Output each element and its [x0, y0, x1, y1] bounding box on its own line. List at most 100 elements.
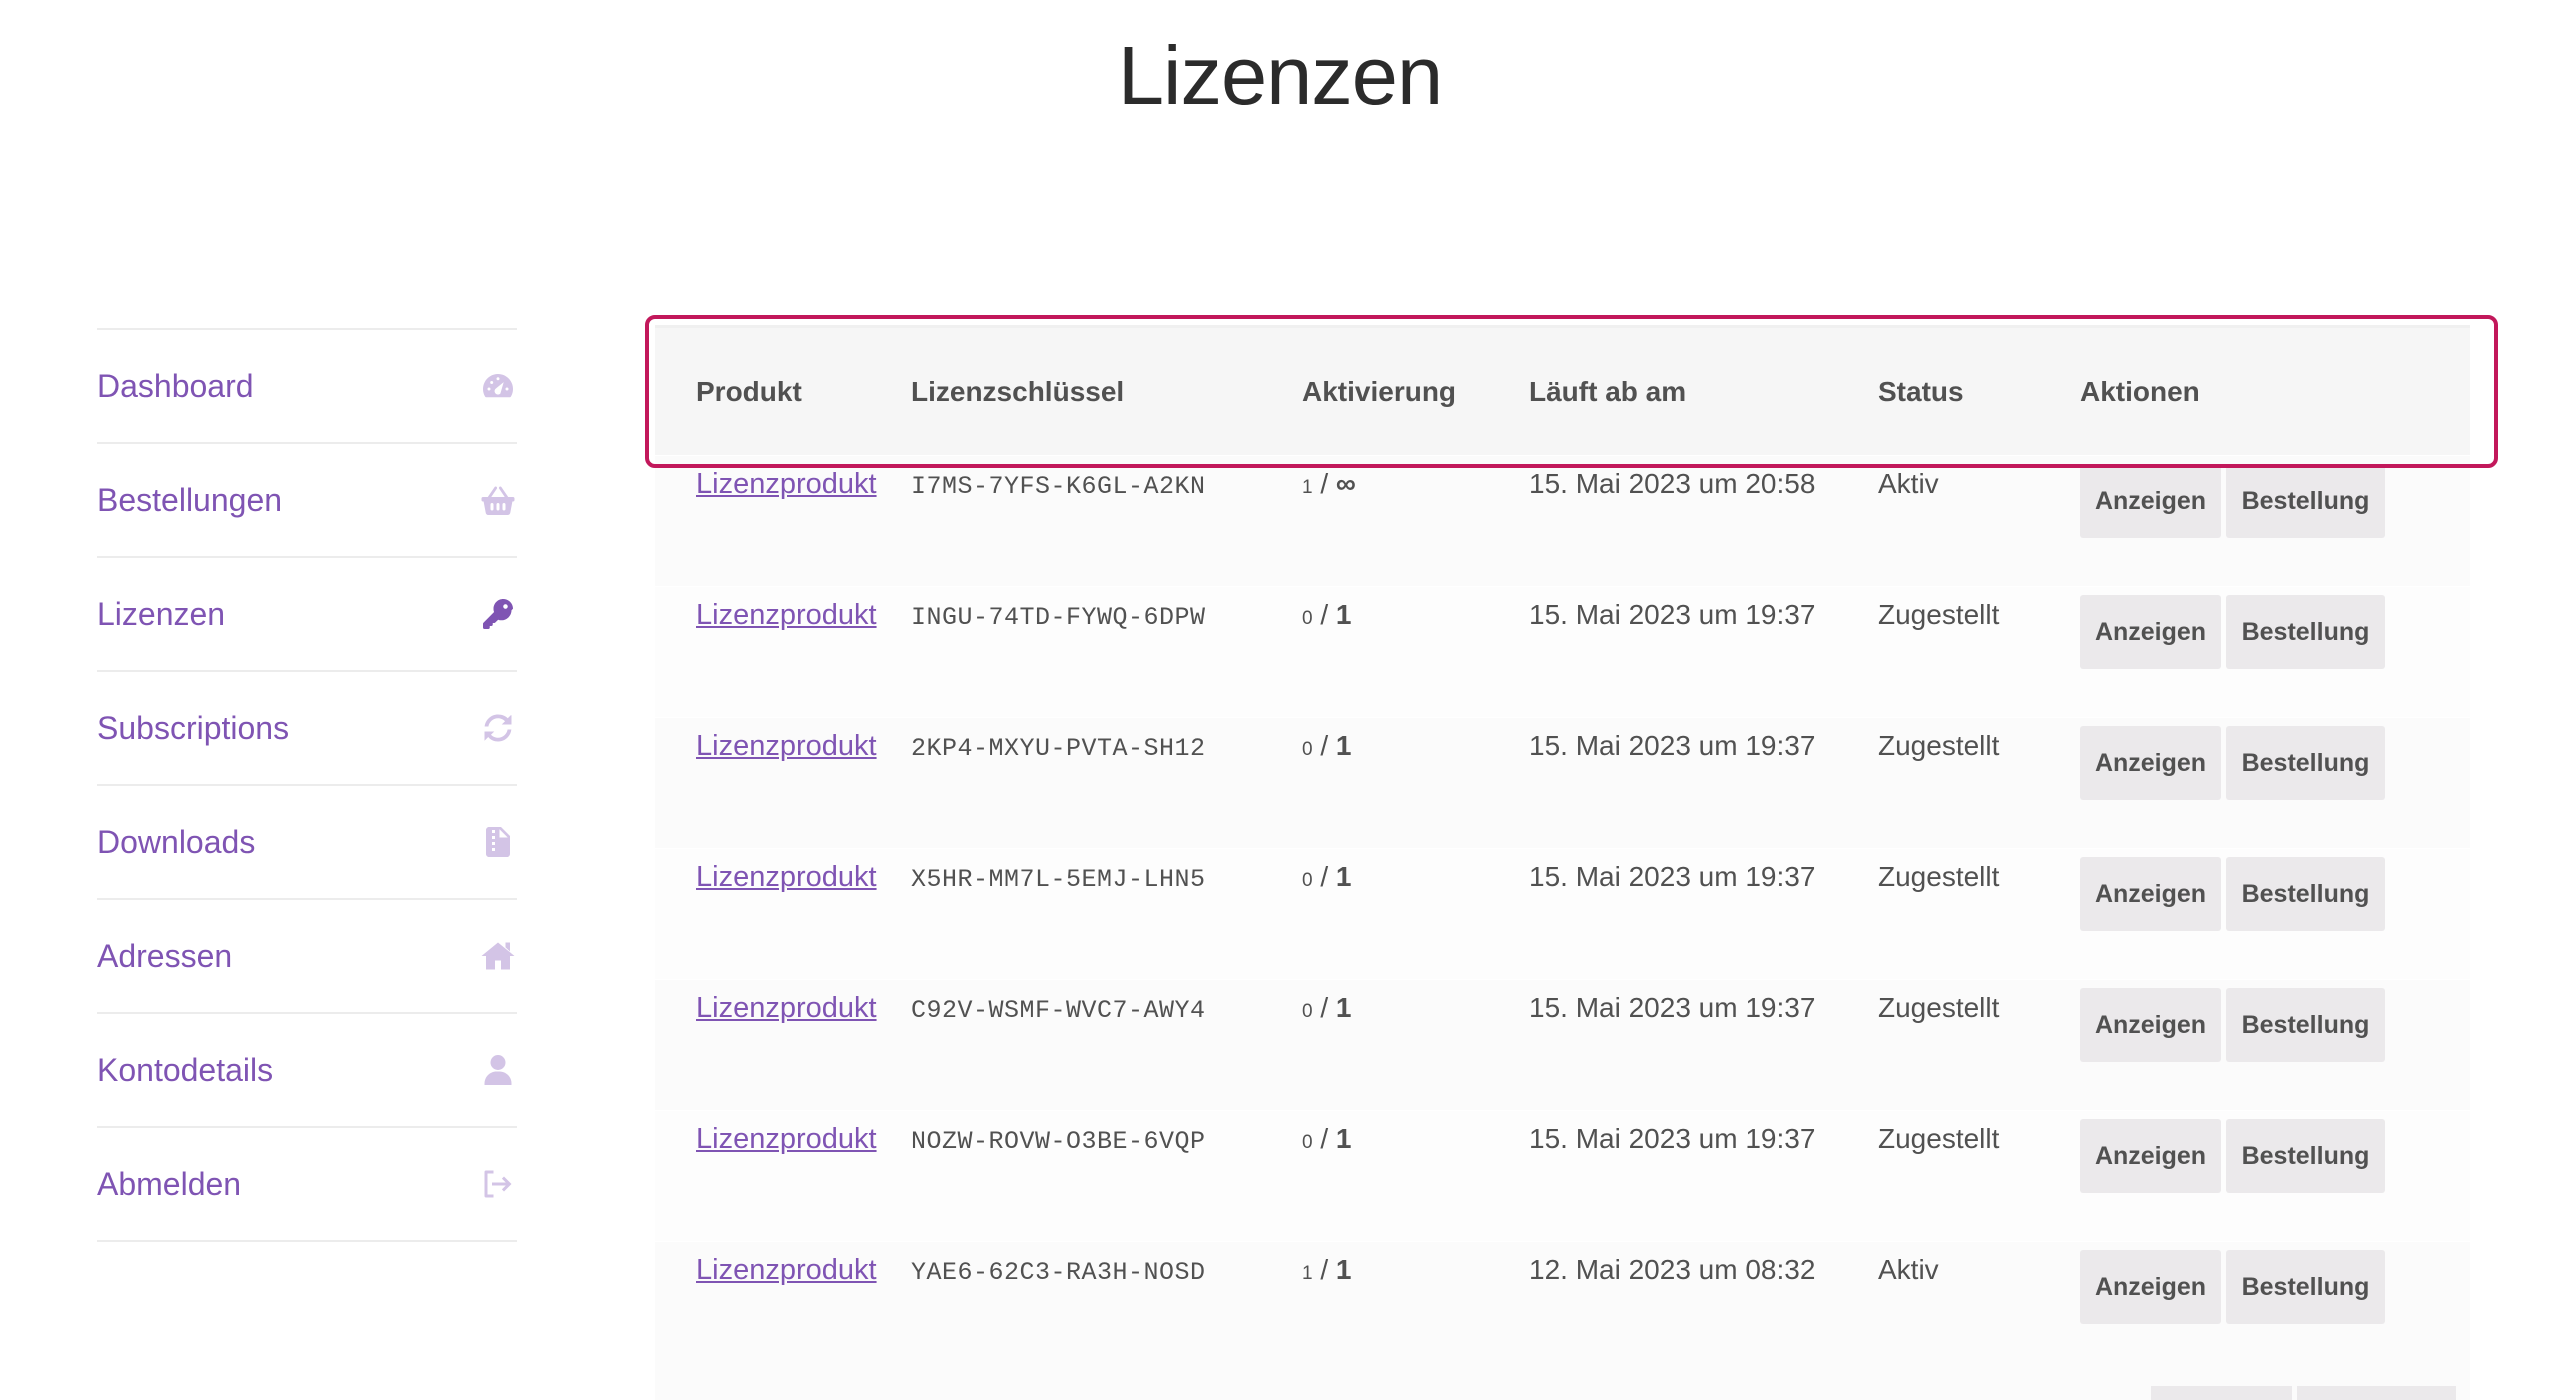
- actions-cell: Anzeigen Bestellung: [2080, 980, 2470, 1062]
- view-license-button[interactable]: Anzeigen: [2080, 988, 2221, 1062]
- status-cell: Zugestellt: [1878, 1123, 2000, 1154]
- status-cell: Zugestellt: [1878, 992, 2000, 1023]
- activation-max: ∞: [1335, 468, 1356, 499]
- license-key-cell: I7MS-7YFS-K6GL-A2KN: [911, 456, 1302, 501]
- view-order-button[interactable]: Bestellung: [2226, 1119, 2385, 1193]
- view-order-button[interactable]: Bestellung: [2226, 595, 2385, 669]
- home-icon: [479, 937, 517, 975]
- license-key: NOZW-ROVW-O3BE-6VQP: [911, 1127, 1206, 1156]
- activation-used: 0: [1302, 608, 1313, 629]
- activation-separator: /: [1312, 992, 1336, 1023]
- table-row: Lizenzprodukt YAE6-62C3-RA3H-NOSD 1 / 1 12.…: [655, 1241, 2470, 1372]
- anzeigen-button-partial[interactable]: [2151, 1386, 2292, 1400]
- view-license-button[interactable]: Anzeigen: [2080, 1119, 2221, 1193]
- license-key: I7MS-7YFS-K6GL-A2KN: [911, 472, 1206, 501]
- table-row: Lizenzprodukt NOZW-ROVW-O3BE-6VQP 0 / 1 15.…: [655, 1110, 2470, 1241]
- activation-used: 0: [1302, 1001, 1313, 1022]
- status-cell: Zugestellt: [1878, 730, 2000, 761]
- status-cell: Zugestellt: [1878, 599, 2000, 630]
- activation-used: 0: [1302, 1132, 1313, 1153]
- table-row: Lizenzprodukt X5HR-MM7L-5EMJ-LHN5 0 / 1 15.…: [655, 848, 2470, 979]
- activation-max: 1: [1335, 730, 1352, 761]
- sidebar-item-downloads[interactable]: Downloads: [97, 786, 517, 900]
- product-cell: Lizenzprodukt: [655, 718, 911, 763]
- user-icon: [479, 1051, 517, 1089]
- product-link[interactable]: Lizenzprodukt: [696, 1123, 877, 1155]
- product-cell: Lizenzprodukt: [655, 980, 911, 1025]
- product-link[interactable]: Lizenzprodukt: [696, 1254, 877, 1286]
- sidebar-item-kontodetails[interactable]: Kontodetails: [97, 1014, 517, 1128]
- sidebar-item-label: Lizenzen: [97, 595, 226, 632]
- activation-max: 1: [1335, 599, 1352, 630]
- license-key: YAE6-62C3-RA3H-NOSD: [911, 1258, 1206, 1287]
- activation-used: 1: [1302, 477, 1313, 498]
- view-order-button[interactable]: Bestellung: [2226, 1250, 2385, 1324]
- sidebar-item-adressen[interactable]: Adressen: [97, 900, 517, 1014]
- view-license-button[interactable]: Anzeigen: [2080, 1250, 2221, 1324]
- product-cell: Lizenzprodukt: [655, 1242, 911, 1287]
- view-order-button[interactable]: Bestellung: [2226, 988, 2385, 1062]
- product-cell: Lizenzprodukt: [655, 1111, 911, 1156]
- table-row: Lizenzprodukt C92V-WSMF-WVC7-AWY4 0 / 1 15.…: [655, 979, 2470, 1110]
- expires-cell: 12. Mai 2023 um 08:32: [1529, 1254, 1816, 1285]
- sidebar-item-label: Adressen: [97, 937, 233, 974]
- header-actions: Aktionen: [2080, 375, 2200, 407]
- product-link[interactable]: Lizenzprodukt: [696, 861, 877, 893]
- license-key: INGU-74TD-FYWQ-6DPW: [911, 603, 1206, 632]
- activation-cell: 0 / 1: [1302, 1111, 1529, 1155]
- table-header: Produkt Lizenzschlüssel Aktivierung Läuf…: [655, 325, 2470, 455]
- sidebar-item-label: Kontodetails: [97, 1051, 274, 1088]
- status-cell: Zugestellt: [1878, 861, 2000, 892]
- account-navigation: Dashboard Bestellungen Lizenzen Subscriptio…: [97, 328, 517, 1242]
- bestellung-button-partial[interactable]: [2297, 1386, 2456, 1400]
- status-cell: Aktiv: [1878, 468, 1939, 499]
- sidebar-item-bestellungen[interactable]: Bestellungen: [97, 444, 517, 558]
- view-order-button[interactable]: Bestellung: [2226, 857, 2385, 931]
- view-order-button[interactable]: Bestellung: [2226, 726, 2385, 800]
- header-activation: Aktivierung: [1302, 375, 1457, 407]
- page-title: Lizenzen: [1117, 29, 1443, 122]
- product-link[interactable]: Lizenzprodukt: [696, 599, 877, 631]
- activation-separator: /: [1312, 468, 1336, 499]
- license-key-cell: X5HR-MM7L-5EMJ-LHN5: [911, 849, 1302, 894]
- license-key: 2KP4-MXYU-PVTA-SH12: [911, 734, 1206, 763]
- sidebar-item-subscriptions[interactable]: Subscriptions: [97, 672, 517, 786]
- view-order-button[interactable]: Bestellung: [2226, 464, 2385, 538]
- product-link[interactable]: Lizenzprodukt: [696, 468, 877, 500]
- product-link[interactable]: Lizenzprodukt: [696, 730, 877, 762]
- actions-cell: Anzeigen Bestellung: [2080, 1111, 2470, 1193]
- header-license-key: Lizenzschlüssel: [911, 375, 1125, 407]
- sidebar-item-label: Downloads: [97, 823, 256, 860]
- sidebar-item-abmelden[interactable]: Abmelden: [97, 1128, 517, 1242]
- activation-max: 1: [1335, 1123, 1352, 1154]
- product-link[interactable]: Lizenzprodukt: [696, 992, 877, 1024]
- refresh-icon: [479, 709, 517, 747]
- table-row: Lizenzprodukt 2KP4-MXYU-PVTA-SH12 0 / 1 15.…: [655, 717, 2470, 848]
- basket-icon: [479, 481, 517, 519]
- sidebar-item-lizenzen[interactable]: Lizenzen: [97, 558, 517, 672]
- expires-cell: 15. Mai 2023 um 19:37: [1529, 992, 1816, 1023]
- sign-out-icon: [479, 1165, 517, 1203]
- product-cell: Lizenzprodukt: [655, 587, 911, 632]
- license-key-cell: INGU-74TD-FYWQ-6DPW: [911, 587, 1302, 632]
- view-license-button[interactable]: Anzeigen: [2080, 464, 2221, 538]
- header-product: Produkt: [696, 375, 802, 407]
- sidebar-item-dashboard[interactable]: Dashboard: [97, 330, 517, 444]
- view-license-button[interactable]: Anzeigen: [2080, 726, 2221, 800]
- view-license-button[interactable]: Anzeigen: [2080, 595, 2221, 669]
- license-key-cell: 2KP4-MXYU-PVTA-SH12: [911, 718, 1302, 763]
- header-expires: Läuft ab am: [1529, 375, 1687, 407]
- activation-cell: 0 / 1: [1302, 849, 1529, 893]
- activation-max: 1: [1335, 992, 1352, 1023]
- page: Lizenzen Dashboard Bestellungen Lizenzen Su…: [0, 0, 2560, 1400]
- sidebar-item-label: Bestellungen: [97, 481, 283, 518]
- actions-cell: Anzeigen Bestellung: [2080, 849, 2470, 931]
- expires-cell: 15. Mai 2023 um 19:37: [1529, 730, 1816, 761]
- view-license-button[interactable]: Anzeigen: [2080, 857, 2221, 931]
- product-cell: Lizenzprodukt: [655, 849, 911, 894]
- status-cell: Aktiv: [1878, 1254, 1939, 1285]
- actions-cell: Anzeigen Bestellung: [2080, 718, 2470, 800]
- activation-max: 1: [1335, 861, 1352, 892]
- license-key-cell: YAE6-62C3-RA3H-NOSD: [911, 1242, 1302, 1287]
- licenses-table: Produkt Lizenzschlüssel Aktivierung Läuf…: [655, 325, 2470, 1400]
